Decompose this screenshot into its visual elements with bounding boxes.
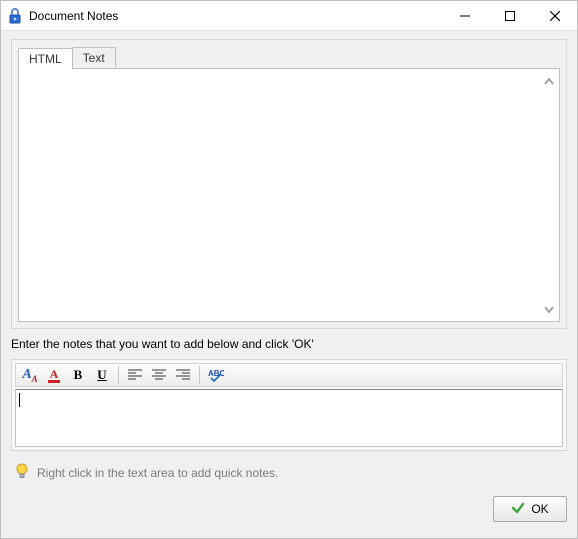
tab-html[interactable]: HTML <box>18 48 73 69</box>
ok-button-label: OK <box>531 502 548 516</box>
font-color-button[interactable]: A <box>43 365 65 385</box>
svg-text:ABC: ABC <box>208 369 224 378</box>
editor-toolbar: AA A B U <box>15 363 563 387</box>
button-row: OK <box>11 494 567 522</box>
lightbulb-icon <box>15 463 29 482</box>
editor-panel: AA A B U <box>11 359 567 451</box>
check-icon <box>511 501 525 518</box>
font-icon-sub: A <box>32 373 38 383</box>
instruction-label: Enter the notes that you want to add bel… <box>11 335 567 353</box>
bold-icon: B <box>74 367 83 383</box>
align-left-icon <box>128 369 142 381</box>
font-button[interactable]: AA <box>19 365 41 385</box>
minimize-button[interactable] <box>442 1 487 30</box>
toolbar-separator <box>118 366 119 384</box>
ok-button[interactable]: OK <box>493 496 567 522</box>
window-title: Document Notes <box>29 9 118 23</box>
underline-button[interactable]: U <box>91 365 113 385</box>
tip-bar: Right click in the text area to add quic… <box>11 457 567 488</box>
scroll-up-icon[interactable] <box>540 73 557 90</box>
tip-text: Right click in the text area to add quic… <box>37 466 278 480</box>
bold-button[interactable]: B <box>67 365 89 385</box>
spellcheck-button[interactable]: ABC <box>205 365 227 385</box>
toolbar-separator <box>199 366 200 384</box>
align-right-button[interactable] <box>172 365 194 385</box>
text-caret <box>19 393 20 407</box>
close-button[interactable] <box>532 1 577 30</box>
align-center-icon <box>152 369 166 381</box>
spellcheck-icon: ABC <box>208 368 224 382</box>
font-color-icon: A <box>50 368 59 380</box>
align-center-button[interactable] <box>148 365 170 385</box>
titlebar: Document Notes <box>1 1 577 31</box>
notes-display <box>18 68 560 322</box>
client-area: HTML Text Enter the notes that you want … <box>1 31 577 538</box>
underline-icon: U <box>97 367 106 383</box>
align-right-icon <box>176 369 190 381</box>
scrollbar[interactable] <box>540 73 557 317</box>
font-icon: A <box>22 367 31 382</box>
lock-icon <box>7 8 23 24</box>
notes-display-panel: HTML Text <box>11 39 567 329</box>
tabs: HTML Text <box>18 46 560 68</box>
scroll-down-icon[interactable] <box>540 300 557 317</box>
tab-text[interactable]: Text <box>72 47 116 68</box>
maximize-button[interactable] <box>487 1 532 30</box>
notes-input[interactable] <box>15 389 563 447</box>
align-left-button[interactable] <box>124 365 146 385</box>
